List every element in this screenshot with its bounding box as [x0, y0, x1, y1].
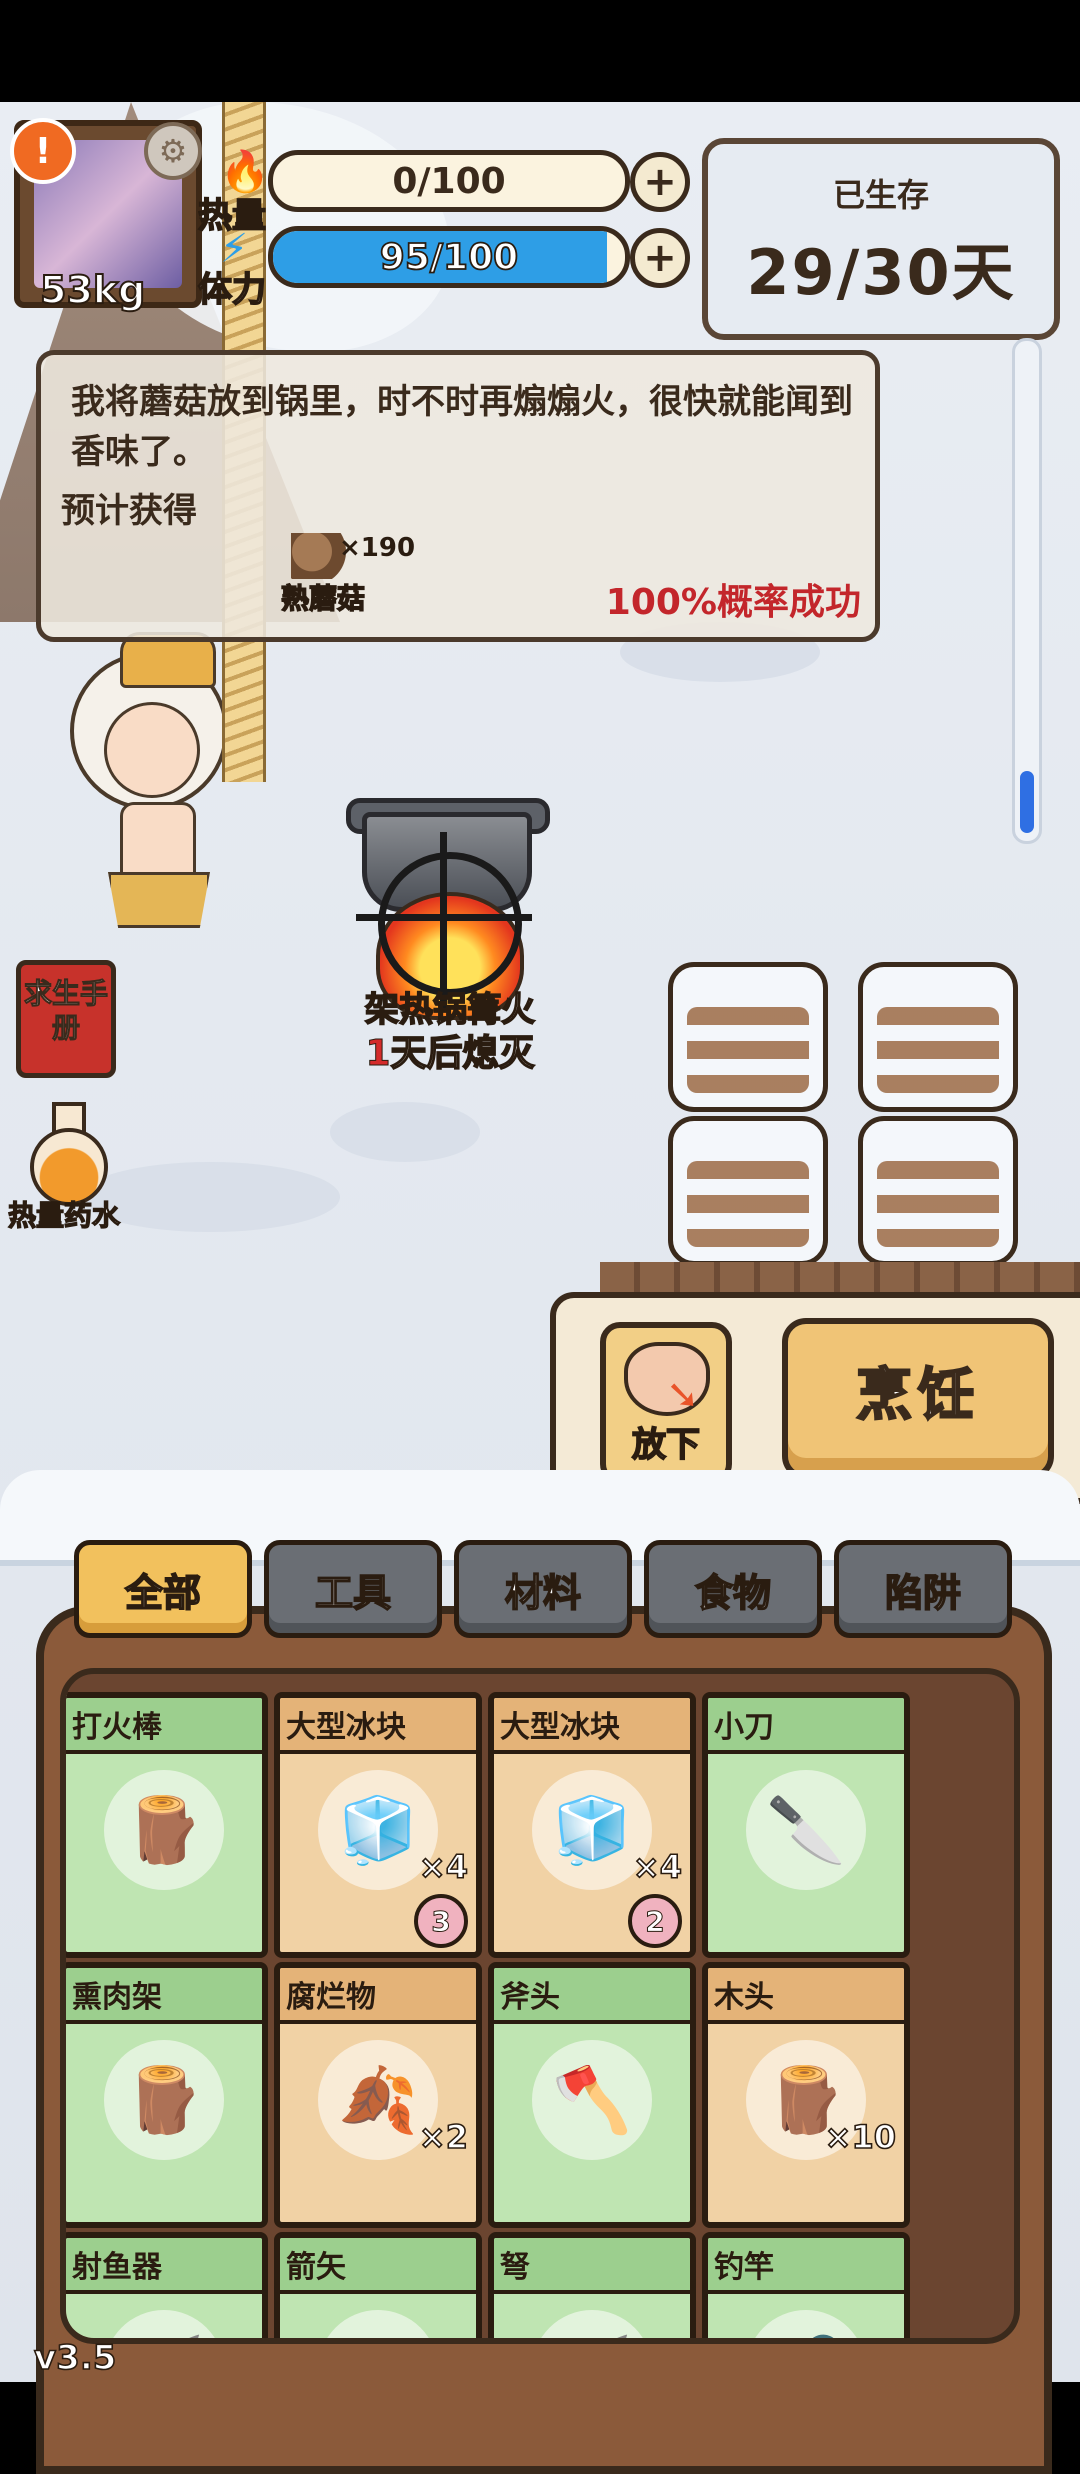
- character-face: [104, 702, 200, 798]
- inventory-item[interactable]: 熏肉架 🪵: [66, 1962, 268, 2228]
- inventory-tabs: 全部 工具 材料 食物 陷阱: [74, 1540, 1014, 1638]
- item-name: 钓竿: [714, 2250, 774, 2285]
- survival-title: 已生存: [832, 176, 929, 214]
- cook-button[interactable]: 烹饪: [782, 1318, 1054, 1480]
- expected-label: 预计获得: [61, 491, 197, 531]
- item-count: ×4: [632, 1847, 683, 1887]
- ice-block-terrain[interactable]: [858, 962, 1018, 1112]
- item-name: 大型冰块: [286, 1710, 406, 1745]
- survival-manual-label: 求生手册: [23, 977, 108, 1045]
- crosshair-icon: [378, 852, 522, 996]
- tab-food[interactable]: 食物: [644, 1540, 822, 1638]
- ice-block-icon: 🧊: [338, 1794, 418, 1868]
- reward-name: 熟蘑菇: [280, 581, 366, 615]
- add-heat-button[interactable]: +: [630, 152, 690, 212]
- survival-manual-button[interactable]: 求生手册: [16, 960, 116, 1078]
- exclamation-icon[interactable]: !: [10, 118, 76, 184]
- item-badge: 2: [628, 1894, 682, 1948]
- survival-counter: 已生存 29/30天: [702, 138, 1060, 340]
- version-label: v3.5: [33, 2337, 117, 2379]
- smoking-rack-icon: 🪵: [124, 2064, 204, 2138]
- survival-days: 29/30天: [746, 236, 1016, 309]
- stamina-label: 体力: [197, 269, 267, 311]
- item-count: ×4: [418, 1847, 469, 1887]
- cook-label: 烹饪: [855, 1362, 980, 1429]
- campfire-days-left: 1: [365, 1033, 391, 1075]
- ice-block-terrain[interactable]: [668, 1116, 828, 1266]
- inventory-item[interactable]: 钓竿 🎣: [702, 2232, 910, 2338]
- inventory-item[interactable]: 腐烂物 🍂 ×2: [274, 1962, 482, 2228]
- gear-icon[interactable]: ⚙: [144, 122, 202, 180]
- item-badge: 3: [414, 1894, 468, 1948]
- character-skirt: [108, 872, 210, 928]
- inventory-item[interactable]: 小刀 🔪: [702, 1692, 910, 1958]
- inventory-item[interactable]: 箭矢 ➶: [274, 2232, 482, 2338]
- crossbow-icon: 🏹: [542, 2326, 642, 2338]
- heat-potion-button[interactable]: [30, 1102, 108, 1206]
- drop-button[interactable]: ➘ 放下: [600, 1322, 732, 1484]
- tab-all[interactable]: 全部: [74, 1540, 252, 1638]
- item-count: ×10: [824, 2117, 897, 2157]
- ice-block-icon: 🧊: [552, 1794, 632, 1868]
- inventory-item[interactable]: 大型冰块 🧊 ×4 3: [274, 1692, 482, 1958]
- snow-patch: [330, 1102, 480, 1162]
- heat-bar: 0/100: [268, 150, 630, 212]
- campfire-status-text: 天后熄灭: [390, 1032, 536, 1075]
- knife-icon: 🔪: [766, 1794, 846, 1868]
- inventory-item[interactable]: 打火棒 🪵: [66, 1692, 268, 1958]
- item-name: 箭矢: [286, 2250, 346, 2285]
- inventory-item[interactable]: 斧头 🪓: [488, 1962, 696, 2228]
- fish-shooter-icon: 🏹: [114, 2326, 214, 2338]
- tab-traps[interactable]: 陷阱: [834, 1540, 1012, 1638]
- tab-materials[interactable]: 材料: [454, 1540, 632, 1638]
- reward-count: ×190: [339, 533, 416, 563]
- cooking-dialog: 我将蘑菇放到锅里，时不时再煽煽火，很快就能闻到香味了。 预计获得 ×190 熟蘑…: [36, 350, 880, 642]
- item-count: ×2: [418, 2117, 469, 2157]
- item-name: 大型冰块: [500, 1710, 620, 1745]
- ice-block-terrain[interactable]: [668, 962, 828, 1112]
- drop-label: 放下: [631, 1424, 701, 1466]
- item-name: 木头: [714, 1980, 774, 2015]
- arrow-icon: ➶: [328, 2326, 428, 2338]
- item-name: 熏肉架: [72, 1980, 162, 2015]
- heat-potion-label: 热量药水: [7, 1198, 121, 1232]
- player-weight: 53kg: [39, 267, 146, 313]
- tab-tools[interactable]: 工具: [264, 1540, 442, 1638]
- arrow-down-icon: ➘: [666, 1372, 700, 1418]
- inventory-item[interactable]: 木头 🪵 ×10: [702, 1962, 910, 2228]
- stamina-value: 95/100: [379, 236, 519, 279]
- fire-stick-icon: 🪵: [124, 1794, 204, 1868]
- fishing-rod-icon: 🎣: [756, 2326, 856, 2338]
- inventory-item[interactable]: 弩🏹: [488, 2232, 696, 2338]
- inventory-item[interactable]: 大型冰块 🧊 ×4 2: [488, 1692, 696, 1958]
- stamina-bar: 95/100: [268, 226, 630, 288]
- inventory-grid[interactable]: 打火棒 🪵 大型冰块 🧊 ×4 3 大型冰块 🧊 ×4 2 小刀 🔪 熏肉架 🪵 腐烂物 🍂 ×2 斧头 🪓 木头 🪵 ×…: [60, 1668, 1020, 2344]
- scrollbar-thumb[interactable]: [1020, 771, 1034, 833]
- campfire-status: 1天后熄灭: [330, 1024, 570, 1076]
- axe-icon: 🪓: [552, 2064, 632, 2138]
- rotten-item-icon: 🍂: [338, 2064, 418, 2138]
- player-character[interactable]: [60, 622, 230, 982]
- item-name: 小刀: [714, 1710, 774, 1745]
- vertical-scrollbar[interactable]: [1012, 338, 1042, 844]
- item-name: 斧头: [500, 1980, 560, 2015]
- item-name: 射鱼器: [72, 2250, 162, 2285]
- item-name: 腐烂物: [286, 1980, 376, 2015]
- item-name: 弩: [500, 2250, 530, 2285]
- ice-block-terrain[interactable]: [858, 1116, 1018, 1266]
- item-name: 打火棒: [72, 1710, 162, 1745]
- heat-value: 0/100: [392, 160, 506, 202]
- add-stamina-button[interactable]: +: [630, 228, 690, 288]
- success-rate: 100%概率成功: [605, 582, 861, 623]
- inventory-item[interactable]: 射鱼器 🏹: [66, 2232, 268, 2338]
- dialog-text: 我将蘑菇放到锅里，时不时再煽煽火，很快就能闻到香味了。: [71, 382, 853, 472]
- campfire-pot[interactable]: [336, 742, 556, 1020]
